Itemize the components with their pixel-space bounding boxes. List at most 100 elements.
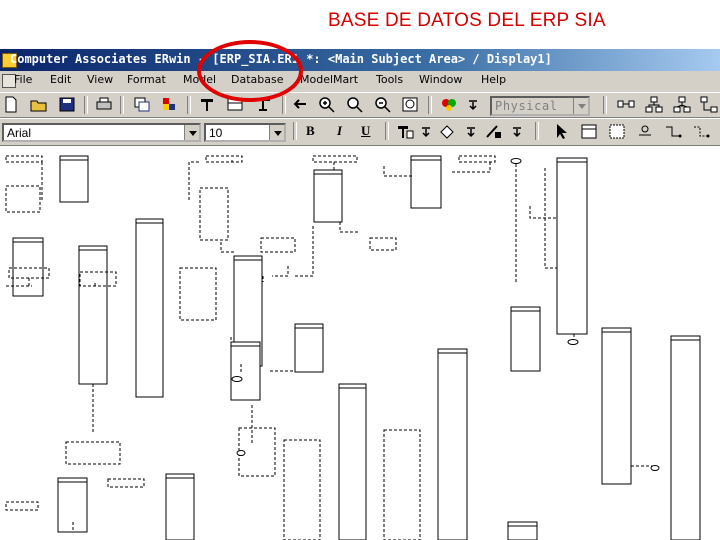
view-box[interactable] xyxy=(312,155,358,163)
line-color-icon[interactable] xyxy=(484,123,502,140)
entity-table[interactable] xyxy=(556,157,588,335)
view-box[interactable] xyxy=(458,155,496,163)
identifying-relationship-icon[interactable] xyxy=(664,123,682,140)
bold-button[interactable]: B xyxy=(306,123,315,139)
relationship-cardinality-icon xyxy=(567,339,579,345)
view-box[interactable] xyxy=(5,155,43,163)
entity-table[interactable] xyxy=(437,348,468,540)
toolbar-separator xyxy=(187,96,191,114)
view-tool-icon[interactable] xyxy=(608,123,626,140)
view-box[interactable] xyxy=(205,155,243,163)
color-icon[interactable] xyxy=(160,96,178,113)
font-name-value: Arial xyxy=(7,126,32,140)
underline-button[interactable]: U xyxy=(361,123,370,139)
window-titlebar[interactable]: Computer Associates ERwin - [ERP_SIA.ER1… xyxy=(0,49,720,71)
zoom-out-icon[interactable] xyxy=(374,96,392,113)
entity-table[interactable] xyxy=(59,155,89,203)
toolbar-separator xyxy=(428,96,432,114)
entity-table[interactable] xyxy=(78,245,108,385)
font-tool-icon[interactable] xyxy=(198,96,216,113)
font-name-select[interactable]: Arial xyxy=(2,123,201,142)
zoom-fit-icon[interactable] xyxy=(401,96,419,113)
menu-format[interactable]: Format xyxy=(127,73,166,86)
hierarchy-icon[interactable] xyxy=(645,96,663,113)
toolbar-separator xyxy=(120,96,124,114)
chevron-down-icon[interactable] xyxy=(184,125,199,140)
slide-title-text: BASE DE DATOS DEL ERP SIA xyxy=(328,10,606,31)
menu-file[interactable]: File xyxy=(14,73,32,86)
entity-table[interactable] xyxy=(670,335,701,540)
toolbar-separator xyxy=(603,96,607,114)
fill-color-icon[interactable] xyxy=(438,123,456,140)
dropdown-arrow-icon[interactable] xyxy=(462,123,480,140)
entity-table[interactable] xyxy=(294,323,324,373)
color-palette-icon[interactable] xyxy=(440,96,458,113)
entity-table[interactable] xyxy=(410,155,442,209)
relationship-icon[interactable] xyxy=(617,96,635,113)
standard-toolbar: Physical xyxy=(0,92,720,118)
dropdown-arrow-icon[interactable] xyxy=(508,123,526,140)
font-size-value: 10 xyxy=(209,126,223,140)
dropdown-arrow-icon[interactable] xyxy=(417,123,435,140)
entity-table[interactable] xyxy=(165,473,195,540)
view-box[interactable] xyxy=(179,267,217,321)
view-box[interactable] xyxy=(383,429,421,540)
italic-button[interactable]: I xyxy=(337,123,342,139)
menu-tools[interactable]: Tools xyxy=(376,73,403,86)
entity-tool-icon[interactable] xyxy=(580,123,598,140)
chevron-down-icon[interactable] xyxy=(269,125,284,140)
toolbar-separator xyxy=(385,122,389,140)
zoom-in-icon[interactable] xyxy=(318,96,336,113)
back-arrow-icon[interactable] xyxy=(291,96,309,113)
relationship-cardinality-icon xyxy=(231,376,243,382)
entity-font-icon[interactable] xyxy=(396,123,414,140)
view-box[interactable] xyxy=(283,439,321,540)
font-size-select[interactable]: 10 xyxy=(204,123,286,142)
menu-help[interactable]: Help xyxy=(481,73,506,86)
toolbar-separator xyxy=(84,96,88,114)
zoom-100-icon[interactable] xyxy=(346,96,364,113)
relationship-cardinality-icon xyxy=(236,450,246,456)
stencil-icon[interactable] xyxy=(133,96,151,113)
menu-bar: File Edit View Format Model Database Mod… xyxy=(0,71,720,91)
relationship-cardinality-icon xyxy=(650,465,660,471)
subtype-icon[interactable] xyxy=(673,96,691,113)
model-view-value: Physical xyxy=(495,99,558,113)
entity-table[interactable] xyxy=(507,521,538,540)
view-box[interactable] xyxy=(369,237,397,251)
relationship-cardinality-icon xyxy=(510,158,522,164)
entity-table[interactable] xyxy=(135,218,164,398)
menu-modelmart[interactable]: ModelMart xyxy=(300,73,358,86)
view-box[interactable] xyxy=(5,185,41,213)
network-icon[interactable] xyxy=(700,96,718,113)
entity-table[interactable] xyxy=(12,237,44,297)
view-box[interactable] xyxy=(65,441,121,465)
subcategory-icon[interactable] xyxy=(636,123,654,140)
slide-title: BASE DE DATOS DEL ERP SIA xyxy=(0,10,720,40)
nonidentifying-relationship-icon[interactable] xyxy=(692,123,710,140)
open-folder-icon[interactable] xyxy=(30,96,48,113)
pointer-icon[interactable] xyxy=(552,123,570,140)
entity-table[interactable] xyxy=(338,383,367,540)
erwin-window: Computer Associates ERwin - [ERP_SIA.ER1… xyxy=(0,49,720,540)
menu-view[interactable]: View xyxy=(87,73,113,86)
format-toolbar: Arial 10 B I U xyxy=(0,118,720,146)
entity-table[interactable] xyxy=(230,341,261,401)
view-box[interactable] xyxy=(199,187,229,241)
view-box[interactable] xyxy=(5,501,39,511)
diagram-canvas[interactable] xyxy=(0,146,720,540)
toolbar-separator xyxy=(282,96,286,114)
menu-window[interactable]: Window xyxy=(419,73,462,86)
entity-table[interactable] xyxy=(601,327,632,485)
entity-table[interactable] xyxy=(510,306,541,372)
model-view-select[interactable]: Physical xyxy=(490,96,590,116)
view-box[interactable] xyxy=(260,237,296,253)
new-file-icon[interactable] xyxy=(2,96,20,113)
dropdown-arrow-icon[interactable] xyxy=(464,96,482,113)
print-icon[interactable] xyxy=(95,96,113,113)
save-icon[interactable] xyxy=(58,96,76,113)
chevron-down-icon[interactable] xyxy=(573,98,588,114)
entity-table[interactable] xyxy=(313,169,343,223)
view-box[interactable] xyxy=(107,478,145,488)
menu-edit[interactable]: Edit xyxy=(50,73,71,86)
